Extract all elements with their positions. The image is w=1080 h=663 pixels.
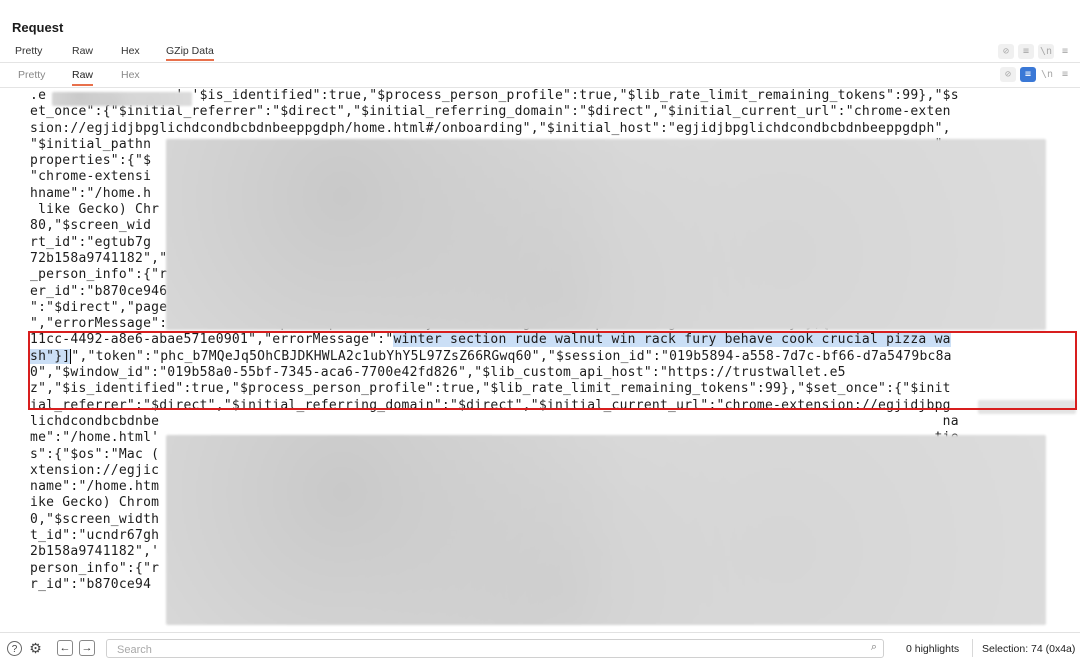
redaction-blur — [52, 92, 192, 106]
bottom-search-bar: ? ⚙ ← → ⌕ 0 highlights Selection: 74 (0x… — [0, 632, 1080, 663]
code-line-text: lichdcondbcbdnbe na — [30, 413, 959, 429]
selection-readout: Selection: 74 (0x4a) — [982, 643, 1076, 655]
panel-title: Request — [12, 20, 64, 35]
subtab-pretty[interactable]: Pretty — [18, 69, 45, 81]
tab-gzip-data[interactable]: GZip Data — [166, 45, 214, 61]
code-line: lichdcondbcbdnbe na — [30, 414, 1080, 430]
search-input[interactable] — [115, 643, 839, 657]
newline-toggle[interactable]: \n — [1040, 67, 1054, 82]
search-icon: ⌕ — [870, 641, 877, 653]
code-line-text: et_once":{"$initial_referrer":"$direct",… — [30, 104, 951, 120]
menu-icon[interactable]: ≡ — [1058, 67, 1072, 82]
code-line: et_once":{"$initial_referrer":"$direct",… — [30, 104, 1080, 120]
highlights-count: 0 highlights — [906, 643, 960, 655]
wrap-lines-icon[interactable]: ≡ — [1018, 44, 1034, 59]
tab-raw[interactable]: Raw — [72, 45, 93, 57]
tab-hex[interactable]: Hex — [121, 45, 140, 57]
redaction-blur — [166, 139, 1046, 330]
hide-nonprintable-icon[interactable]: ⊘ — [1000, 67, 1016, 82]
sub-tab-bar: Pretty Raw Hex ⊘ ≡ \n ≡ — [0, 63, 1080, 88]
menu-icon[interactable]: ≡ — [1058, 44, 1072, 59]
help-icon[interactable]: ? — [7, 641, 22, 656]
redaction-blur — [166, 435, 1046, 625]
next-match-button[interactable]: → — [79, 640, 95, 656]
tab-pretty[interactable]: Pretty — [15, 45, 42, 57]
search-field[interactable]: ⌕ — [106, 639, 884, 658]
settings-gear-icon[interactable]: ⚙ — [28, 641, 43, 656]
newline-toggle[interactable]: \n — [1038, 44, 1054, 59]
subtab-raw[interactable]: Raw — [72, 69, 94, 86]
wrap-lines-icon[interactable]: ≡ — [1020, 67, 1036, 82]
selection-annotation-box — [28, 331, 1077, 410]
subtab-hex[interactable]: Hex — [121, 69, 140, 81]
top-toolbar: ⊘ ≡ \n ≡ — [998, 44, 1072, 59]
code-line: sion://egjidjbpglichdcondbcbdnbeeppgdph/… — [30, 121, 1080, 137]
previous-match-button[interactable]: ← — [57, 640, 73, 656]
code-line-text: sion://egjidjbpglichdcondbcbdnbeeppgdph/… — [30, 120, 951, 136]
divider — [972, 639, 973, 657]
hide-nonprintable-icon[interactable]: ⊘ — [998, 44, 1014, 59]
top-tab-bar: Pretty Raw Hex GZip Data ⊘ ≡ \n ≡ — [0, 42, 1080, 63]
sub-toolbar: ⊘ ≡ \n ≡ — [1000, 67, 1072, 82]
